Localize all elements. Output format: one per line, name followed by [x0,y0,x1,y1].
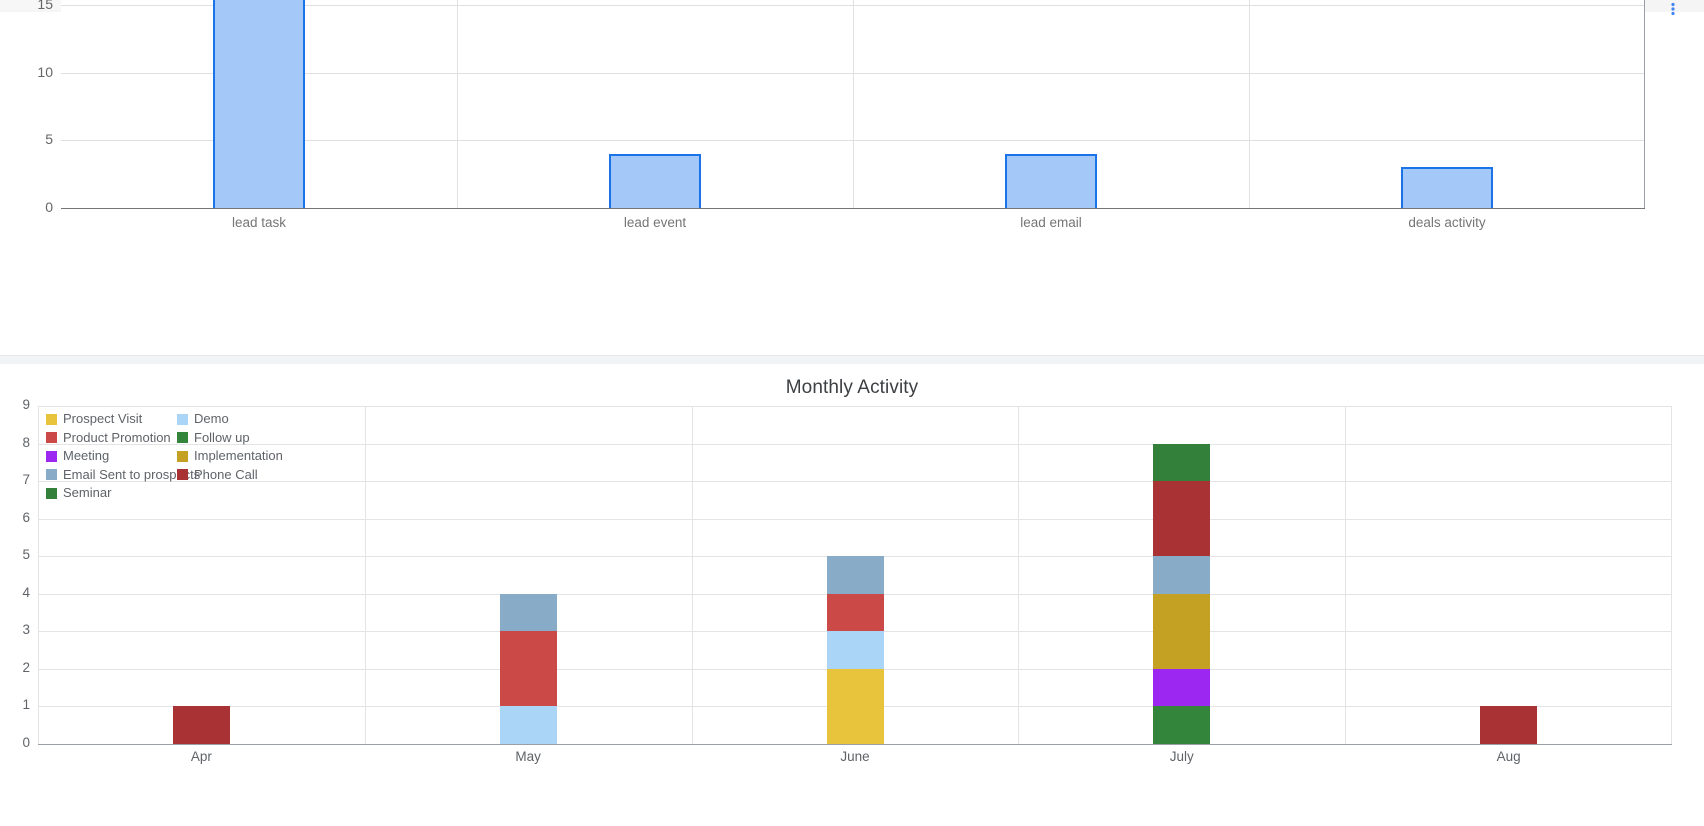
category-divider [1018,406,1020,744]
bar-segment[interactable] [1480,706,1538,744]
legend-swatch-icon [177,469,188,481]
y-axis-tick-label: 5 [45,131,53,148]
legend-label: Phone Call [194,466,258,482]
legend-swatch-icon [46,432,57,444]
category-divider [457,0,458,208]
category-divider [1249,0,1250,208]
bar-segment[interactable] [1153,556,1211,594]
y-axis-tick-label: 7 [22,472,30,488]
panel-divider [0,356,1704,364]
legend-item[interactable]: Product Promotion [46,429,177,448]
bar-segment[interactable] [1153,593,1211,669]
bar-segment[interactable] [1153,481,1211,557]
y-axis-tick-label: 9 [22,397,30,412]
legend-label: Prospect Visit [63,411,143,426]
y-axis-tick-label: 5 [22,547,30,563]
x-axis-tick-label: lead email [1020,215,1082,230]
y-axis-tick-label: 3 [22,622,30,638]
x-axis-tick-label: June [840,749,870,764]
y-axis-tick-label: 1 [22,697,30,713]
page-title: Monthly Activity [785,377,919,398]
bar-segment[interactable] [826,668,884,744]
legend-item[interactable]: Seminar [46,484,308,503]
category-divider [364,406,366,744]
stacked-bar [1480,406,1538,744]
dashboard-page: 15 10 5 0 lead task lead event lead email deals… [0,0,1704,826]
monthly-activity-chart: 0 1 2 3 4 5 6 7 8 9 Apr May June July Aug Prospect Vis… [22,397,1672,766]
chart-menu-icon[interactable] [1666,2,1680,16]
legend-label: Seminar [63,485,112,500]
x-axis-tick-label: lead event [623,215,687,230]
legend-swatch-icon [46,469,57,481]
x-axis-tick-label: May [515,749,541,764]
y-axis-tick-label: 4 [22,584,30,600]
stacked-bar [1153,406,1211,744]
chart-legend: Prospect Visit Demo Product Promotion Follo… [46,410,308,503]
bar-segment[interactable] [172,706,230,744]
bar-segment[interactable] [826,593,884,632]
bar[interactable] [213,0,305,208]
bar-segment[interactable] [499,706,557,744]
x-axis-tick-label: July [1169,749,1194,764]
legend-item[interactable]: Prospect Visit [46,410,177,429]
x-axis-line [61,208,1645,209]
category-divider [691,406,693,744]
legend-item[interactable]: Phone Call [177,466,308,485]
x-axis-tick-label: Apr [190,749,212,764]
bar-segment[interactable] [499,631,557,707]
legend-item[interactable]: Implementation [177,447,308,466]
y-axis-tick-label: 0 [45,199,53,215]
stacked-bar [499,406,557,744]
category-divider [853,0,854,208]
x-axis-tick-label: lead task [231,215,287,230]
legend-label: Implementation [194,448,283,463]
legend-swatch-icon [46,413,57,425]
bar-segment[interactable] [1153,706,1211,744]
legend-swatch-icon [177,432,188,444]
legend-swatch-icon [46,450,57,462]
lead-activity-chart: 15 10 5 0 lead task lead event lead email deals… [37,0,1645,230]
category-divider [1345,406,1347,744]
legend-label: Product Promotion [63,429,171,445]
legend-item[interactable]: Follow up [177,429,308,448]
x-axis-line [38,744,1672,745]
legend-label: Meeting [63,448,110,463]
plot-right-border [1671,406,1672,744]
plot-right-border [1644,0,1645,208]
stacked-bar [826,406,884,744]
y-axis-tick-label: 2 [22,659,30,675]
legend-item[interactable]: Meeting [46,447,177,466]
legend-swatch-icon [177,413,188,425]
monthly-activity-panel: Monthly Activity 0 1 2 3 4 5 6 7 8 9 Apr May June Jul… [0,364,1704,826]
bar-segment[interactable] [826,556,884,594]
lead-activity-panel: 15 10 5 0 lead task lead event lead email deals… [0,0,1704,356]
bar-segment[interactable] [1153,443,1211,482]
legend-item[interactable]: Demo [177,410,308,429]
bar-segment[interactable] [1153,668,1211,707]
y-axis-tick-label: 6 [22,509,30,525]
y-axis-tick-label: 8 [22,434,30,450]
bar-segment[interactable] [826,631,884,669]
legend-swatch-icon [177,450,188,462]
legend-item[interactable]: Email Sent to prospects [46,466,200,485]
legend-label: Follow up [194,429,250,445]
bar[interactable] [609,153,701,208]
bar-segment[interactable] [499,593,557,632]
legend-swatch-icon [46,487,57,499]
x-axis-tick-label: Aug [1496,749,1521,764]
bar[interactable] [1401,167,1493,208]
bar[interactable] [1005,153,1097,208]
plot-left-border [38,406,39,744]
x-axis-tick-label: deals activity [1408,215,1486,230]
y-axis-tick-label: 15 [37,0,53,12]
y-axis-tick-label: 10 [37,63,53,80]
y-axis-tick-label: 0 [22,735,30,750]
legend-label: Demo [194,411,229,426]
